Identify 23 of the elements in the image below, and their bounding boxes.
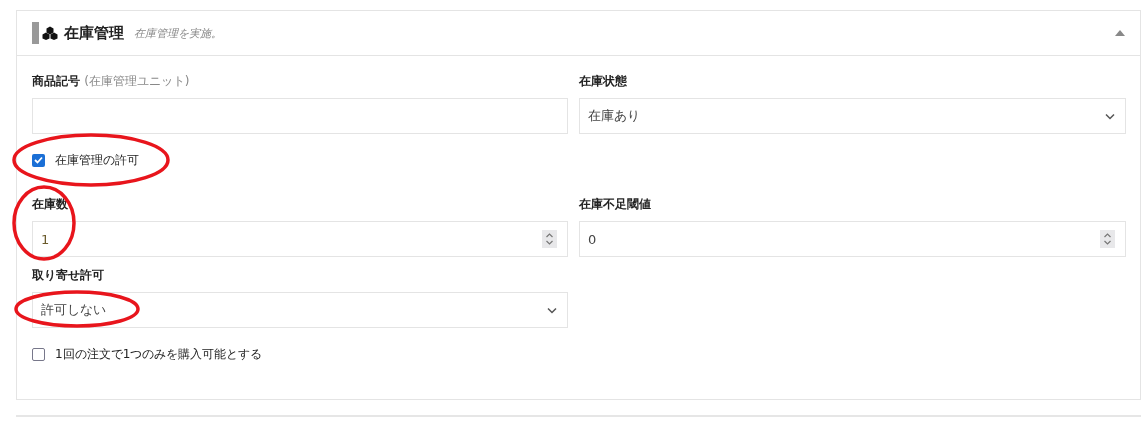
field-label: 在庫数 [32, 196, 68, 213]
checkbox[interactable] [32, 347, 45, 361]
checkbox[interactable] [32, 153, 45, 167]
spinner-icon[interactable] [1100, 230, 1115, 248]
text-field[interactable] [32, 98, 568, 134]
checkbox-label: 在庫管理の許可 [55, 151, 139, 169]
panel-subtitle: 在庫管理を実施。 [134, 25, 222, 41]
select-field[interactable]: 許可しない [32, 292, 568, 328]
field-label: 在庫状態 [579, 73, 627, 90]
accent-bar [32, 22, 39, 44]
caret-up-icon[interactable] [1115, 30, 1125, 36]
field-label: 商品記号 (在庫管理ユニット) [32, 73, 190, 90]
field-label: 在庫不足閾値 [579, 196, 651, 213]
number-field[interactable]: 0 [579, 221, 1126, 257]
checkbox-label: 1回の注文で1つのみを購入可能とする [55, 345, 263, 363]
spinner-icon[interactable] [542, 230, 557, 248]
chevron-down-icon [1105, 112, 1115, 120]
field-label: 取り寄せ許可 [32, 267, 104, 284]
chevron-down-icon [547, 306, 557, 314]
panel-title: 在庫管理 [64, 23, 124, 43]
cubes-icon [42, 26, 58, 40]
select-field[interactable]: 在庫あり [579, 98, 1126, 134]
number-field[interactable]: 1 [32, 221, 568, 257]
